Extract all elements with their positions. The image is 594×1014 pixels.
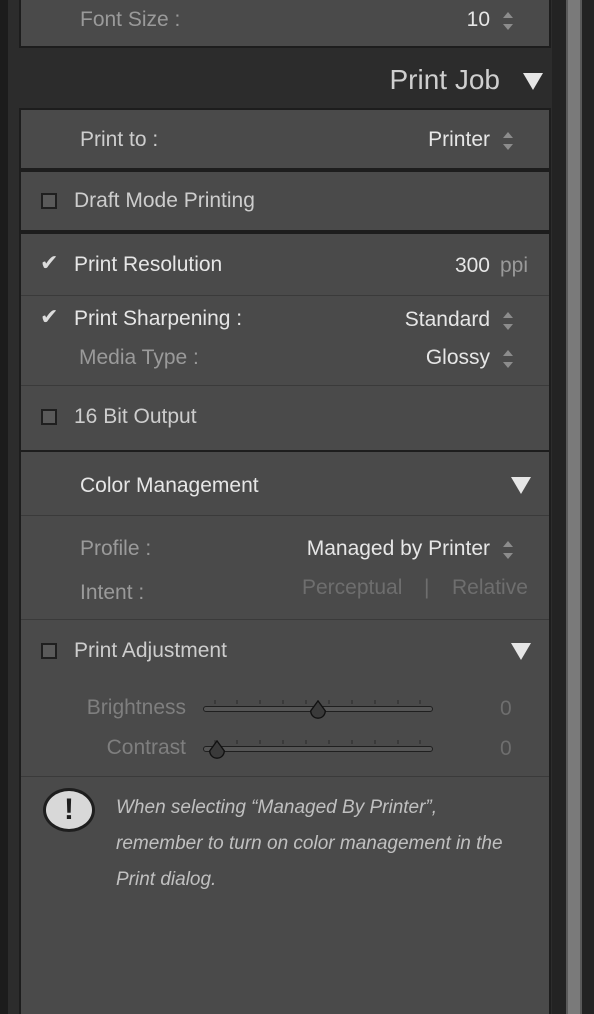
intent-separator: | <box>424 576 430 599</box>
print-adjustment-label[interactable]: Print Adjustment <box>74 639 227 663</box>
warning-line: Print dialog. <box>116 869 217 890</box>
font-size-stepper-icon[interactable] <box>503 12 513 30</box>
print-resolution-label[interactable]: Print Resolution <box>74 253 222 277</box>
brightness-label: Brightness <box>86 696 186 719</box>
draft-mode-checkbox[interactable] <box>41 193 57 209</box>
warning-line: When selecting “Managed By Printer”, <box>116 797 438 818</box>
contrast-slider[interactable] <box>203 738 433 762</box>
print-adjustment-expand-icon[interactable] <box>511 643 531 660</box>
intent-relative-option[interactable]: Relative <box>452 576 528 600</box>
print-to-label: Print to : <box>80 128 159 151</box>
print-resolution-value[interactable]: 300 <box>420 254 490 278</box>
media-type-stepper-icon[interactable] <box>503 350 513 368</box>
font-size-value[interactable]: 10 <box>420 8 490 32</box>
contrast-slider-ticks <box>214 740 421 744</box>
profile-value[interactable]: Managed by Printer <box>260 537 490 561</box>
profile-stepper-icon[interactable] <box>503 541 513 559</box>
draft-mode-label[interactable]: Draft Mode Printing <box>74 189 255 213</box>
print-sharpening-value[interactable]: Standard <box>370 308 490 332</box>
bit-output-label[interactable]: 16 Bit Output <box>74 405 197 429</box>
contrast-label: Contrast <box>106 736 186 759</box>
print-sharpening-label[interactable]: Print Sharpening : <box>74 307 242 331</box>
print-resolution-checkmark-icon[interactable]: ✔ <box>40 252 58 274</box>
print-resolution-unit: ppi <box>500 254 529 277</box>
brightness-value: 0 <box>500 697 512 720</box>
panel-left-edge <box>0 0 8 1014</box>
print-sharpening-checkmark-icon[interactable]: ✔ <box>40 306 58 328</box>
warning-message: When selecting “Managed By Printer”, rem… <box>116 790 536 898</box>
print-sharpening-stepper-icon[interactable] <box>503 312 513 330</box>
color-management-section <box>19 450 551 1014</box>
print-to-stepper-icon[interactable] <box>503 132 513 150</box>
media-type-label: Media Type : <box>79 346 199 369</box>
divider <box>21 295 549 296</box>
divider <box>21 776 549 777</box>
warning-icon-glyph: ! <box>64 793 74 826</box>
contrast-slider-thumb[interactable] <box>207 740 227 760</box>
print-job-title[interactable]: Print Job <box>360 64 501 96</box>
intent-label: Intent : <box>80 581 145 604</box>
divider <box>21 515 549 516</box>
font-size-label: Font Size : <box>80 8 181 31</box>
bit-output-checkbox[interactable] <box>41 409 57 425</box>
scrollbar[interactable] <box>566 0 582 1014</box>
intent-perceptual-option[interactable]: Perceptual <box>302 576 402 600</box>
collapse-triangle-icon[interactable] <box>523 73 543 90</box>
brightness-slider-thumb[interactable] <box>308 700 328 720</box>
divider <box>21 385 549 386</box>
warning-line: remember to turn on color management in … <box>116 833 503 854</box>
color-management-title[interactable]: Color Management <box>80 474 259 498</box>
print-adjustment-checkbox[interactable] <box>41 643 57 659</box>
divider <box>21 619 549 620</box>
media-type-value[interactable]: Glossy <box>380 346 490 370</box>
profile-label: Profile : <box>80 537 152 560</box>
contrast-value: 0 <box>500 737 512 760</box>
warning-icon: ! <box>43 788 95 832</box>
brightness-slider[interactable] <box>203 698 433 722</box>
print-to-value[interactable]: Printer <box>380 128 490 152</box>
color-management-expand-icon[interactable] <box>511 477 531 494</box>
